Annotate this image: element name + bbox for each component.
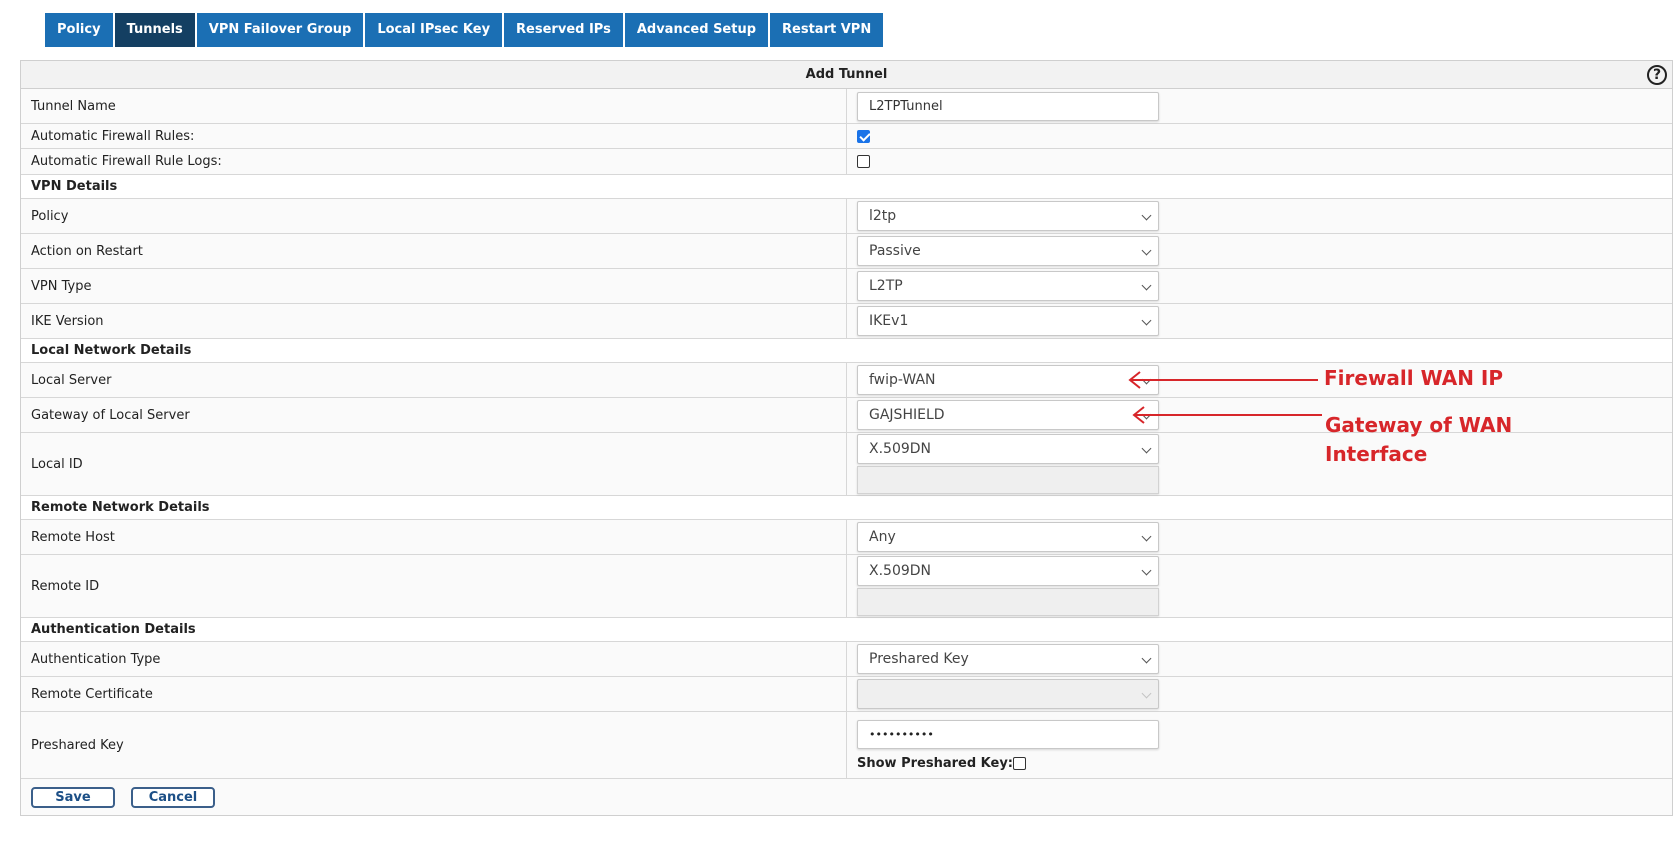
save-button[interactable]: Save <box>31 786 115 808</box>
annotation-gateway-line1: Gateway of WAN <box>1325 413 1513 437</box>
tab-restart-vpn[interactable]: Restart VPN <box>770 13 884 47</box>
show-preshared-key-label: Show Preshared Key: <box>857 755 1013 771</box>
chevron-down-icon <box>1141 245 1152 256</box>
auto-firewall-rules-checkbox[interactable] <box>857 129 870 143</box>
tab-bar: Policy Tunnels VPN Failover Group Local … <box>45 13 885 47</box>
local-network-details-heading: Local Network Details <box>21 339 1672 363</box>
annotation-firewall-wan-ip: Firewall WAN IP <box>1324 366 1504 390</box>
remote-host-value: Any <box>869 529 896 545</box>
help-icon[interactable]: ? <box>1647 65 1667 85</box>
row-remote-host: Remote Host Any <box>21 520 1672 555</box>
remote-id-label: Remote ID <box>21 555 847 617</box>
tunnel-name-label: Tunnel Name <box>21 89 847 123</box>
policy-label: Policy <box>21 199 847 233</box>
tab-local-ipsec-key[interactable]: Local IPsec Key <box>365 13 503 47</box>
row-preshared-key: Preshared Key •••••••••• Show Preshared … <box>21 712 1672 779</box>
remote-id-value: X.509DN <box>869 563 932 579</box>
remote-host-label: Remote Host <box>21 520 847 554</box>
annotation-arrow-wan-ip <box>1128 371 1318 389</box>
vpn-type-value: L2TP <box>869 278 903 294</box>
chevron-down-icon <box>1141 210 1152 221</box>
local-id-input[interactable] <box>857 466 1159 494</box>
auto-firewall-rules-label: Automatic Firewall Rules: <box>21 124 847 148</box>
row-authentication-type: Authentication Type Preshared Key <box>21 642 1672 677</box>
chevron-down-icon <box>1141 653 1152 664</box>
authentication-details-heading: Authentication Details <box>21 618 1672 642</box>
show-preshared-key: Show Preshared Key: <box>857 756 1159 771</box>
policy-select[interactable]: l2tp <box>857 201 1159 231</box>
local-id-label: Local ID <box>21 433 847 495</box>
local-server-label: Local Server <box>21 363 847 397</box>
chevron-down-icon <box>1141 443 1152 454</box>
local-id-select[interactable]: X.509DN <box>857 434 1159 464</box>
auto-firewall-rule-logs-label: Automatic Firewall Rule Logs: <box>21 149 847 174</box>
preshared-key-label: Preshared Key <box>21 712 847 778</box>
remote-certificate-label: Remote Certificate <box>21 677 847 711</box>
tab-vpn-failover-group[interactable]: VPN Failover Group <box>196 13 364 47</box>
remote-host-select[interactable]: Any <box>857 522 1159 552</box>
local-server-select[interactable]: fwip-WAN <box>857 365 1159 395</box>
vpn-type-select[interactable]: L2TP <box>857 271 1159 301</box>
remote-network-details-heading: Remote Network Details <box>21 496 1672 520</box>
chevron-down-icon <box>1141 565 1152 576</box>
chevron-down-icon <box>1141 315 1152 326</box>
tab-advanced-setup[interactable]: Advanced Setup <box>624 13 769 47</box>
vpn-details-heading: VPN Details <box>21 175 1672 199</box>
action-on-restart-value: Passive <box>869 243 921 259</box>
row-action-on-restart: Action on Restart Passive <box>21 234 1672 269</box>
cancel-button[interactable]: Cancel <box>131 786 215 808</box>
annotation-arrow-gateway <box>1132 406 1322 424</box>
ike-version-select[interactable]: IKEv1 <box>857 306 1159 336</box>
gateway-local-server-select[interactable]: GAJSHIELD <box>857 400 1159 430</box>
authentication-type-value: Preshared Key <box>869 651 969 667</box>
row-remote-id: Remote ID X.509DN <box>21 555 1672 618</box>
chevron-down-icon <box>1141 280 1152 291</box>
tunnel-name-input[interactable]: L2TPTunnel <box>857 91 1159 121</box>
ike-version-value: IKEv1 <box>869 313 909 329</box>
tab-tunnels[interactable]: Tunnels <box>114 13 195 47</box>
local-server-value: fwip-WAN <box>869 372 936 388</box>
ike-version-label: IKE Version <box>21 304 847 338</box>
chevron-down-icon <box>1141 531 1152 542</box>
remote-certificate-select[interactable] <box>857 679 1159 709</box>
row-policy: Policy l2tp <box>21 199 1672 234</box>
show-preshared-key-checkbox[interactable] <box>1013 756 1026 770</box>
panel-title: Add Tunnel <box>805 67 888 82</box>
preshared-key-input[interactable]: •••••••••• <box>857 719 1159 749</box>
vpn-type-label: VPN Type <box>21 269 847 303</box>
remote-id-input[interactable] <box>857 588 1159 616</box>
authentication-type-label: Authentication Type <box>21 642 847 676</box>
action-on-restart-label: Action on Restart <box>21 234 847 268</box>
panel-header: Add Tunnel ? <box>21 61 1672 89</box>
gateway-local-server-label: Gateway of Local Server <box>21 398 847 432</box>
remote-id-select[interactable]: X.509DN <box>857 556 1159 586</box>
row-vpn-type: VPN Type L2TP <box>21 269 1672 304</box>
annotation-gateway-line2: Interface <box>1325 442 1428 466</box>
form-actions: Save Cancel <box>21 779 1672 815</box>
authentication-type-select[interactable]: Preshared Key <box>857 644 1159 674</box>
row-remote-certificate: Remote Certificate <box>21 677 1672 712</box>
row-auto-firewall-rule-logs: Automatic Firewall Rule Logs: <box>21 149 1672 175</box>
chevron-down-icon <box>1141 688 1152 699</box>
row-auto-firewall-rules: Automatic Firewall Rules: <box>21 124 1672 149</box>
tab-policy[interactable]: Policy <box>45 13 113 47</box>
gateway-local-server-value: GAJSHIELD <box>869 407 945 423</box>
local-id-value: X.509DN <box>869 441 932 457</box>
row-ike-version: IKE Version IKEv1 <box>21 304 1672 339</box>
policy-select-value: l2tp <box>869 208 897 224</box>
annotation-gateway-of-wan-interface: Gateway of WAN Interface <box>1325 411 1512 469</box>
row-tunnel-name: Tunnel Name L2TPTunnel <box>21 89 1672 124</box>
tab-reserved-ips[interactable]: Reserved IPs <box>504 13 623 47</box>
action-on-restart-select[interactable]: Passive <box>857 236 1159 266</box>
auto-firewall-rule-logs-checkbox[interactable] <box>857 155 870 168</box>
